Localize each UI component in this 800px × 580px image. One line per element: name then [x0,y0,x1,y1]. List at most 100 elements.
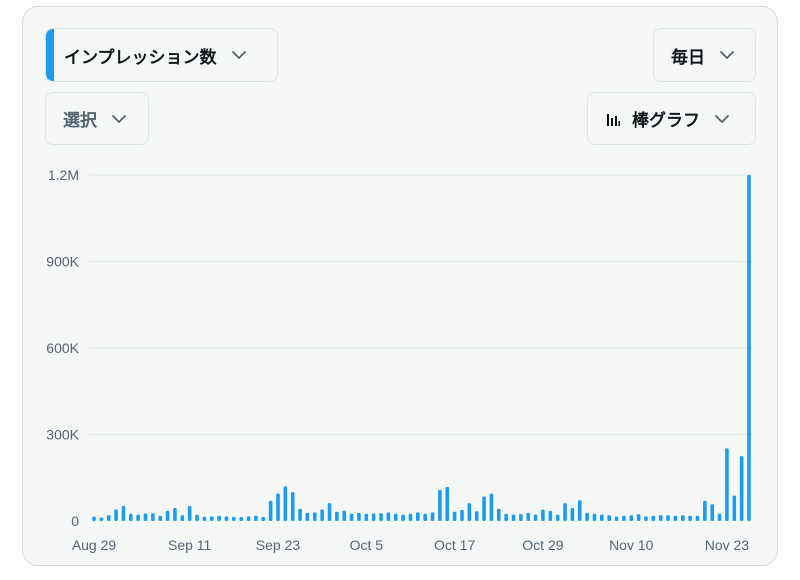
bar[interactable] [276,493,280,521]
x-tick-label: Nov 10 [609,537,654,553]
bar[interactable] [312,512,317,521]
y-tick-label: 600K [46,340,79,356]
bar[interactable] [666,515,670,521]
bar[interactable] [232,516,236,521]
bar[interactable] [725,448,729,521]
analytics-card: インプレッション数 毎日 選択 棒グラフ 0300K 600K 900K 1.2… [22,6,778,566]
bar[interactable] [320,509,324,521]
bar[interactable] [254,515,258,521]
bar[interactable] [607,515,611,521]
bar[interactable] [283,486,288,521]
y-tick-label: 1.2M [48,167,79,183]
bar[interactable] [143,513,148,522]
bar[interactable] [92,516,96,521]
bar[interactable] [710,504,714,521]
bar[interactable] [739,456,744,522]
bar[interactable] [732,495,737,521]
bar[interactable] [195,514,199,521]
bar[interactable] [357,512,361,521]
bar[interactable] [555,514,560,521]
bar[interactable] [703,500,707,521]
bar[interactable] [563,503,567,521]
bar[interactable] [129,513,133,521]
x-axis-labels: Aug 29 Sep 11 Sep 23 Oct 5 Oct 17 Oct 29 Nov 1… [72,537,750,553]
bar[interactable] [246,516,251,521]
bar[interactable] [644,516,648,521]
bar[interactable] [416,512,420,521]
bar[interactable] [533,514,538,521]
bar[interactable] [511,514,516,521]
bar[interactable] [180,515,185,521]
bar[interactable] [224,516,229,521]
bar[interactable] [430,512,435,521]
bar[interactable] [106,515,111,521]
bar[interactable] [187,506,192,521]
bar[interactable] [504,513,508,521]
bar[interactable] [209,516,214,521]
bar[interactable] [695,515,700,521]
bar[interactable] [688,515,692,521]
bar[interactable] [614,516,619,521]
bar[interactable] [121,506,126,521]
bar[interactable] [335,511,339,521]
bar[interactable] [747,175,751,521]
bar[interactable] [364,513,369,521]
x-tick-label: Sep 11 [168,537,212,553]
bar[interactable] [600,514,604,521]
bar[interactable] [151,513,155,521]
bar[interactable] [673,515,678,521]
bar[interactable] [342,510,347,521]
bar[interactable] [636,514,641,521]
bar[interactable] [445,486,450,521]
x-tick-label: Oct 17 [434,537,475,553]
bar[interactable] [173,508,177,521]
bar[interactable] [99,517,104,521]
bar[interactable] [592,513,597,521]
bar[interactable] [136,514,140,521]
bar[interactable] [438,489,442,521]
bar[interactable] [482,496,486,521]
bar[interactable] [386,512,391,521]
bar[interactable] [165,510,170,521]
bar[interactable] [467,503,472,521]
bar[interactable] [290,492,295,521]
bar[interactable] [268,500,273,521]
bar[interactable] [622,515,626,521]
bar[interactable] [489,493,494,521]
bar[interactable] [239,516,243,521]
bar[interactable] [423,513,427,521]
bar[interactable] [202,516,207,521]
y-axis-labels: 0 300K 600K 900K 1.2M [46,167,79,529]
bar[interactable] [158,515,163,521]
bar[interactable] [261,516,266,521]
bar[interactable] [401,514,405,521]
bar[interactable] [680,515,685,521]
x-tick-label: Sep 23 [256,537,301,553]
y-tick-label: 300K [46,427,79,443]
bar[interactable] [496,508,501,521]
bar[interactable] [548,510,553,521]
bar[interactable] [526,512,531,521]
bar[interactable] [570,508,575,521]
bar[interactable] [371,513,376,522]
bar[interactable] [379,513,383,521]
bar[interactable] [474,511,479,521]
bar[interactable] [327,503,332,521]
bar[interactable] [408,513,413,521]
bar[interactable] [393,513,398,521]
bar[interactable] [541,509,545,521]
bar[interactable] [577,500,582,521]
bar[interactable] [298,508,302,521]
bar[interactable] [658,515,663,521]
bar[interactable] [585,512,589,521]
bar[interactable] [519,514,523,521]
bar[interactable] [305,512,310,521]
bar[interactable] [114,509,118,521]
bar[interactable] [629,515,634,521]
bar[interactable] [349,513,354,521]
bar[interactable] [460,510,464,521]
bar[interactable] [452,511,457,521]
bar[interactable] [717,513,722,521]
bar[interactable] [651,515,656,521]
bar[interactable] [217,515,221,521]
